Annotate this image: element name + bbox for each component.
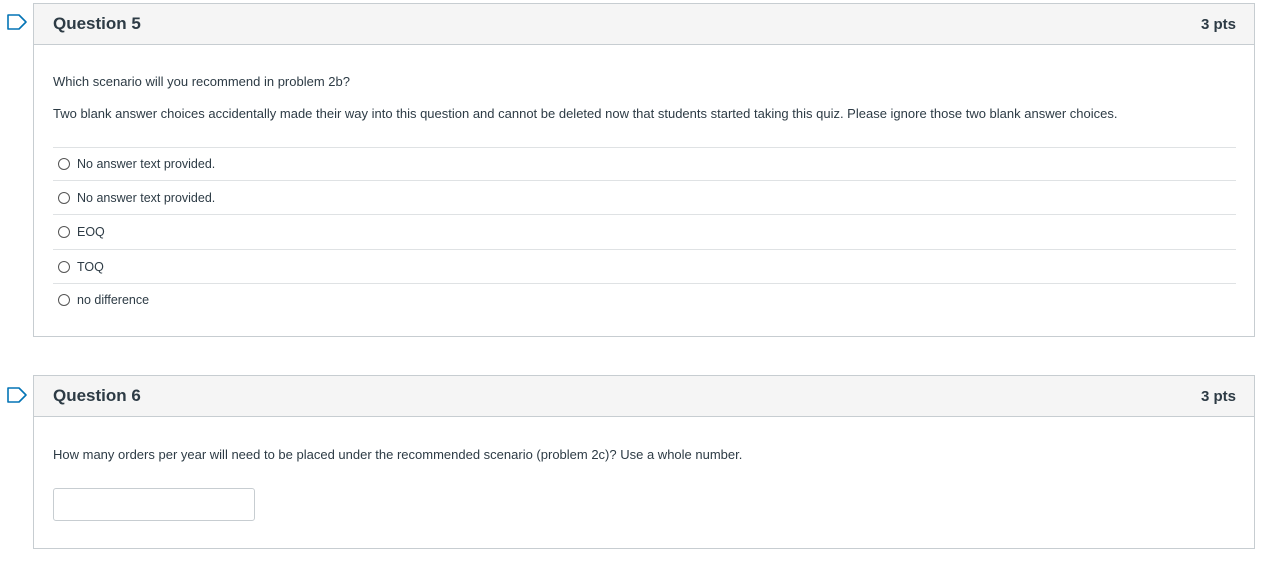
question-title: Question 5 [53, 14, 141, 33]
flag-question-icon[interactable] [6, 387, 28, 403]
answer-label: no difference [77, 293, 150, 307]
question-note: Two blank answer choices accidentally ma… [53, 106, 1118, 121]
radio-button[interactable] [58, 158, 70, 170]
answer-option[interactable]: no difference [53, 283, 1236, 316]
radio-button[interactable] [58, 191, 70, 204]
answer-label: EOQ [77, 225, 105, 239]
answer-label: No answer text provided. [77, 157, 216, 171]
answer-option[interactable]: EOQ [53, 214, 1236, 249]
radio-button[interactable] [58, 226, 70, 238]
question-prompt: How many orders per year will need to be… [53, 447, 743, 462]
question-6: Question 6 3 pts How many orders per yea… [33, 375, 1255, 549]
answer-option[interactable]: No answer text provided. [53, 180, 1236, 214]
question-5: Question 5 3 pts Which scenario will you… [33, 3, 1255, 337]
flag-question-icon[interactable] [6, 14, 28, 30]
numeric-answer-input[interactable] [53, 488, 255, 521]
radio-button[interactable] [58, 294, 70, 306]
answer-option[interactable]: No answer text provided. [53, 147, 1236, 180]
question-prompt: Which scenario will you recommend in pro… [53, 74, 350, 89]
question-header: Question 5 3 pts [34, 4, 1254, 45]
answer-label: No answer text provided. [77, 190, 216, 205]
answer-list: No answer text provided. No answer text … [53, 147, 1236, 316]
question-points: 3 pts [1200, 387, 1236, 405]
radio-button[interactable] [58, 260, 70, 273]
question-points: 3 pts [1200, 15, 1236, 33]
answer-label: TOQ [77, 259, 104, 274]
question-title: Question 6 [53, 386, 141, 405]
answer-option[interactable]: TOQ [53, 249, 1236, 283]
question-header: Question 6 3 pts [34, 376, 1254, 417]
